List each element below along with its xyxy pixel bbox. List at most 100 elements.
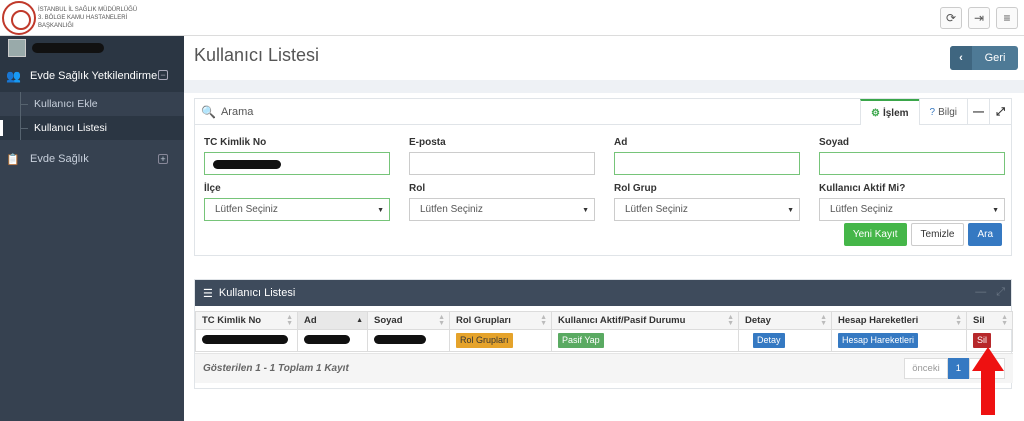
column-label: Kullanıcı Aktif/Pasif Durumu: [558, 315, 686, 326]
sort-icon: ▲ ▼: [727, 314, 734, 327]
users-icon: 👥: [6, 69, 21, 83]
aktif-label: Kullanıcı Aktif Mi?: [819, 183, 906, 194]
sidebar-group-evde-saglik-yetkilendirme[interactable]: 👥 Evde Sağlık Yetkilendirme −: [0, 60, 184, 92]
back-button-label: Geri: [984, 52, 1006, 64]
select-value: Lütfen Seçiniz: [625, 204, 688, 215]
minimize-button[interactable]: —: [967, 99, 989, 125]
pasif-yap-button[interactable]: Pasif Yap: [558, 333, 604, 348]
redacted-tc-value: [213, 160, 281, 169]
sort-asc-icon: ▲: [356, 317, 363, 324]
search-button[interactable]: Ara: [968, 223, 1002, 246]
sidebar-item-kullanici-listesi[interactable]: Kullanıcı Listesi: [0, 116, 184, 140]
hesap-hareketleri-button[interactable]: Hesap Hareketleri: [838, 333, 919, 348]
aktif-select[interactable]: Lütfen Seçiniz ▼: [819, 198, 1005, 221]
eposta-label: E-posta: [409, 137, 446, 148]
sidebar-group-evde-saglik[interactable]: 📋 Evde Sağlık +: [0, 144, 184, 174]
clear-button[interactable]: Temizle: [910, 223, 965, 246]
divider: [184, 80, 1024, 93]
user-list-panel: ☰ Kullanıcı Listesi — ⤢ TC Kimlik No ▲ ▼ A…: [194, 279, 1013, 389]
column-label: Detay: [745, 315, 771, 326]
sidebar-item-kullanici-ekle[interactable]: Kullanıcı Ekle: [0, 92, 184, 116]
column-header-soyad[interactable]: Soyad ▲ ▼: [367, 311, 450, 330]
rol-grup-select[interactable]: Lütfen Seçiniz ▼: [614, 198, 800, 221]
cell-hesap: Hesap Hareketleri: [831, 329, 967, 352]
new-record-button[interactable]: Yeni Kayıt: [843, 223, 907, 246]
top-bar: İSTANBUL İL SAĞLIK MÜDÜRLÜĞÜ 3. BÖLGE KA…: [0, 0, 1024, 36]
soyad-input[interactable]: [819, 152, 1005, 175]
sort-icon: ▲ ▼: [955, 314, 962, 327]
refresh-button[interactable]: ⟳: [940, 7, 962, 29]
rol-select[interactable]: Lütfen Seçiniz ▼: [409, 198, 595, 221]
cell-tc: [195, 329, 298, 352]
rol-label: Rol: [409, 183, 426, 194]
main-content: Kullanıcı Listesi ‹ Geri 🔍 Arama ⚙ İşlem …: [184, 36, 1024, 421]
menu-button[interactable]: ≡: [996, 7, 1018, 29]
cell-ad: [297, 329, 368, 352]
eposta-input[interactable]: [409, 152, 595, 175]
caret-down-icon: ▼: [582, 207, 589, 214]
user-list-title: Kullanıcı Listesi: [218, 287, 296, 299]
detay-button[interactable]: Detay: [753, 333, 785, 348]
logout-button[interactable]: ⇥: [968, 7, 990, 29]
select-value: Lütfen Seçiniz: [215, 204, 278, 215]
column-header-detay[interactable]: Detay ▲ ▼: [738, 311, 832, 330]
logo-line-1: İSTANBUL İL SAĞLIK MÜDÜRLÜĞÜ: [38, 7, 138, 13]
user-table: TC Kimlik No ▲ ▼ Ad ▲ Soyad ▲ ▼ Rol Grupları ▲…: [195, 311, 1013, 352]
column-header-hesap[interactable]: Hesap Hareketleri ▲ ▼: [831, 311, 967, 330]
question-icon: ?: [929, 106, 936, 118]
tc-label: TC Kimlik No: [204, 137, 267, 148]
cell-aktif-durum: Pasif Yap: [551, 329, 739, 352]
tab-label: İşlem: [882, 107, 909, 119]
tc-input[interactable]: [204, 152, 390, 175]
minus-icon[interactable]: —: [975, 286, 986, 299]
ilce-select[interactable]: Lütfen Seçiniz ▼: [204, 198, 390, 221]
tab-bilgi[interactable]: ? Bilgi: [918, 99, 967, 125]
logo[interactable]: İSTANBUL İL SAĞLIK MÜDÜRLÜĞÜ 3. BÖLGE KA…: [2, 1, 152, 35]
pagination-prev[interactable]: önceki: [904, 358, 948, 379]
table-footer: Gösterilen 1 - 1 Toplam 1 Kayıt önceki 1: [195, 353, 1013, 383]
column-label: Hesap Hareketleri: [838, 315, 919, 326]
rol-gruplari-button[interactable]: Rol Grupları: [456, 333, 513, 348]
search-panel-header: 🔍 Arama ⚙ İşlem ? Bilgi — ⤢: [195, 99, 1011, 125]
table-header-row: TC Kimlik No ▲ ▼ Ad ▲ Soyad ▲ ▼ Rol Grupları ▲…: [195, 311, 1013, 330]
expand-icon[interactable]: +: [158, 154, 168, 164]
user-list-header: ☰ Kullanıcı Listesi — ⤢: [195, 280, 1011, 306]
search-panel-title: Arama: [220, 105, 254, 118]
sidebar-group-label: Evde Sağlık: [30, 153, 89, 165]
cell-soyad: [367, 329, 450, 352]
collapse-icon[interactable]: −: [158, 70, 168, 80]
column-header-rol-gruplari[interactable]: Rol Grupları ▲ ▼: [449, 311, 552, 330]
user-info[interactable]: [0, 36, 184, 60]
expand-icon: ⤢: [996, 105, 1005, 118]
sort-icon: ▲ ▼: [540, 314, 547, 327]
ad-input[interactable]: [614, 152, 800, 175]
refresh-icon: ⟳: [945, 11, 957, 25]
column-header-aktif-durum[interactable]: Kullanıcı Aktif/Pasif Durumu ▲ ▼: [551, 311, 739, 330]
column-header-tc[interactable]: TC Kimlik No ▲ ▼: [195, 311, 298, 330]
ministry-seal-icon: [2, 1, 36, 35]
active-indicator: [0, 120, 3, 136]
pagination-page-1[interactable]: 1: [947, 358, 969, 379]
avatar: [8, 39, 26, 57]
sidebar-item-label: Kullanıcı Ekle: [34, 98, 98, 110]
ilce-label: İlçe: [204, 183, 221, 194]
redacted-tc: [202, 334, 288, 344]
redacted-username: [32, 43, 104, 53]
sort-icon: ▲ ▼: [820, 314, 827, 327]
back-button[interactable]: ‹ Geri: [950, 46, 1018, 70]
logo-line-2: 3. BÖLGE KAMU HASTANELERİ: [38, 15, 128, 21]
fullscreen-button[interactable]: ⤢: [989, 99, 1011, 125]
redacted-ad: [304, 334, 350, 344]
tab-label: Bilgi: [938, 106, 957, 118]
rol-grup-label: Rol Grup: [614, 183, 657, 194]
record-count: Gösterilen 1 - 1 Toplam 1 Kayıt: [203, 363, 349, 374]
redacted-soyad: [374, 334, 426, 344]
column-header-ad[interactable]: Ad ▲: [297, 311, 368, 330]
expand-icon[interactable]: ⤢: [996, 286, 1005, 299]
column-label: TC Kimlik No: [202, 315, 262, 326]
column-header-sil[interactable]: Sil ▲ ▼: [966, 311, 1013, 330]
clipboard-icon: 📋: [6, 153, 20, 166]
select-value: Lütfen Seçiniz: [830, 204, 893, 215]
soyad-label: Soyad: [819, 137, 850, 148]
tab-islem[interactable]: ⚙ İşlem: [859, 99, 919, 125]
